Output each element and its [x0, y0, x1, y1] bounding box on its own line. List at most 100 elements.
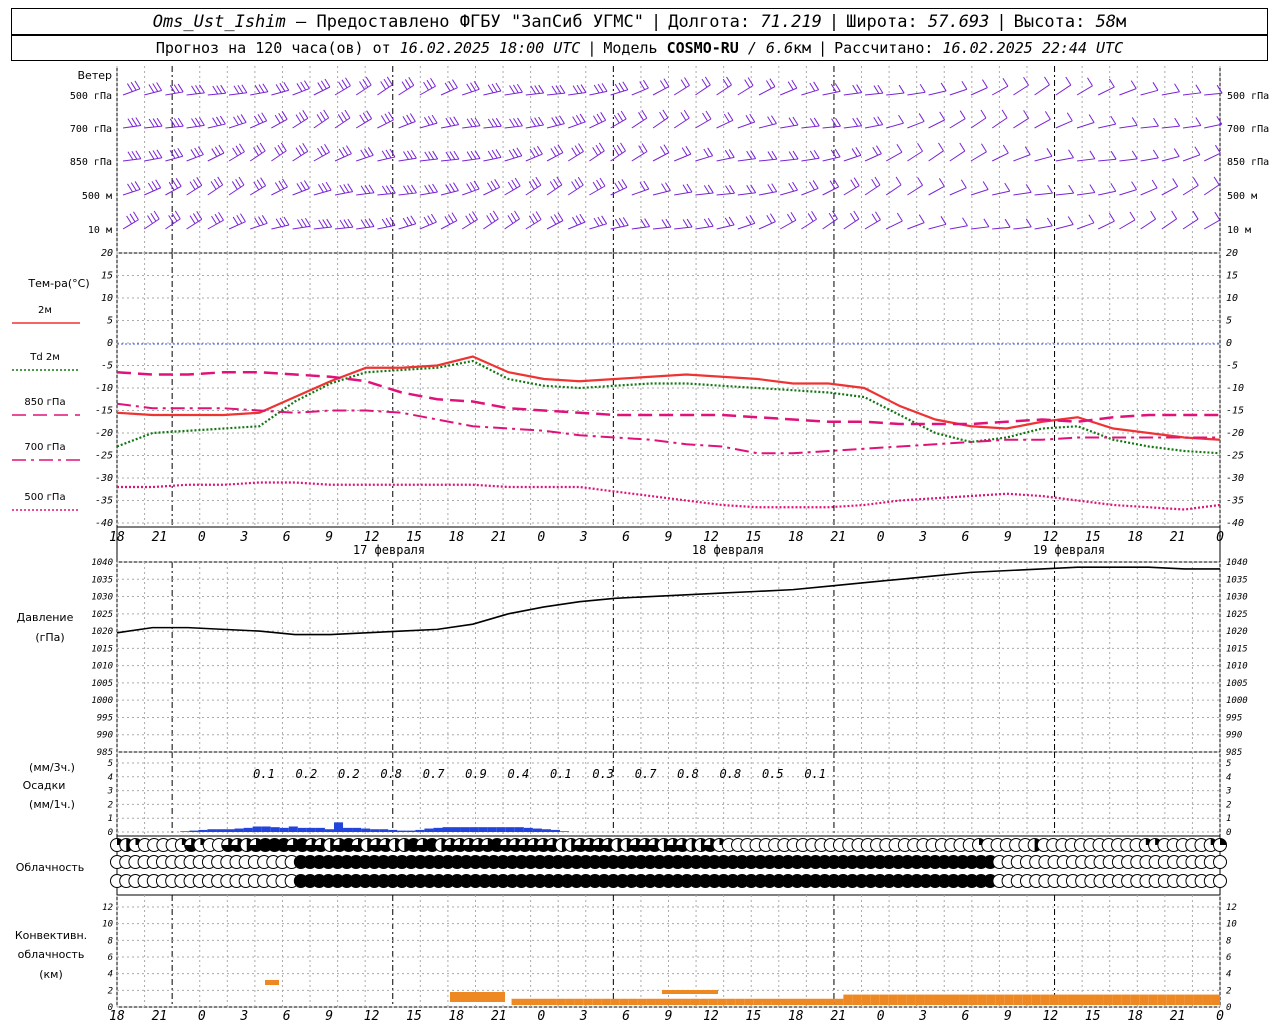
- convective-bar: [950, 994, 960, 1005]
- wind-barb-flag: [449, 117, 456, 126]
- temp-tick: 10: [101, 293, 113, 304]
- convective-bar: [1058, 994, 1068, 1005]
- cloud-circle: [1213, 855, 1227, 869]
- wind-barb-flag: [959, 142, 966, 152]
- wind-barb-flag: [300, 181, 307, 191]
- hour-label-bottom: 9: [665, 1009, 673, 1024]
- wind-barb-flag: [571, 147, 578, 156]
- wind-barb-flag: [449, 151, 456, 160]
- wind-barb-flag: [767, 184, 774, 193]
- wind-barb-flag: [381, 185, 388, 195]
- wind-barb: [674, 191, 693, 196]
- precip-tick: 4: [108, 773, 113, 783]
- wind-barb: [801, 218, 817, 230]
- wind-barb: [907, 184, 923, 196]
- wind-barb-flag: [447, 214, 454, 223]
- wind-barb-flag: [431, 114, 438, 124]
- wind-barb: [801, 187, 819, 196]
- wind-barb-flag: [516, 84, 523, 93]
- wind-barb-flag: [597, 83, 604, 93]
- wind-barb: [546, 92, 565, 96]
- wind-barb: [440, 158, 459, 162]
- wind-barb: [165, 125, 184, 129]
- wind-barb-flag: [338, 148, 345, 158]
- wind-barb-flag: [218, 211, 224, 221]
- wind-barb: [864, 153, 882, 162]
- hour-label: 3: [918, 530, 927, 545]
- convective-bar: [1022, 994, 1032, 1005]
- wind-barb-flag: [896, 143, 903, 153]
- conv-tick-right: 12: [1226, 903, 1237, 913]
- hour-label: 21: [1170, 530, 1186, 545]
- precip-tick: 0: [108, 828, 113, 838]
- wind-barb: [631, 87, 649, 96]
- wind-barb: [758, 191, 777, 196]
- wind-barb: [165, 185, 182, 196]
- wind-barb-flag: [1216, 115, 1223, 125]
- wind-barb-flag: [240, 213, 246, 222]
- wind-barb-flag: [218, 144, 225, 154]
- hour-label-bottom: 18: [1127, 1009, 1143, 1024]
- wind-barb: [737, 121, 755, 129]
- wind-barb-flag: [550, 148, 557, 157]
- wind-barb-flag: [274, 182, 281, 191]
- precip-sum-label: 0.3: [592, 767, 614, 781]
- wind-barb: [822, 218, 838, 230]
- wind-barb-flag: [1110, 150, 1117, 160]
- wind-barb-flag: [1174, 83, 1180, 93]
- wind-barb-flag: [792, 150, 799, 160]
- wind-barb-flag: [529, 148, 536, 158]
- wind-barb: [928, 119, 945, 129]
- wind-barb-flag: [1194, 146, 1201, 156]
- legend-label: Td 2м: [29, 352, 60, 363]
- wind-barb: [525, 184, 542, 196]
- wind-barb-flag: [231, 181, 238, 190]
- wind-barb-flag: [850, 212, 856, 222]
- wind-barb-flag: [156, 149, 163, 159]
- wind-barb-flag: [281, 111, 288, 120]
- wind-barb-flag: [961, 81, 968, 90]
- wind-barb-flag: [535, 211, 542, 220]
- wind-level-label: 500 м: [82, 191, 112, 202]
- wind-barb-flag: [430, 213, 437, 223]
- wind-barb-flag: [177, 83, 184, 93]
- wind-barb-flag: [551, 85, 558, 95]
- wind-barb-flag: [342, 147, 349, 156]
- wind-barb: [1119, 88, 1137, 96]
- precip-bar: [415, 829, 425, 832]
- wind-barb: [1076, 191, 1095, 196]
- precip-bar: [189, 830, 199, 832]
- wind-barb-flag: [874, 176, 881, 186]
- wind-barb-flag: [153, 210, 160, 220]
- pressure-tick: 1035: [91, 575, 113, 585]
- wind-barb: [228, 184, 245, 196]
- convective-bar: [1175, 994, 1185, 1005]
- wind-barb-flag: [575, 215, 582, 224]
- convective-bar: [628, 998, 638, 1005]
- wind-barb-flag: [490, 180, 497, 190]
- wind-barb-flag: [254, 217, 261, 227]
- wind-barb-flag: [495, 149, 502, 158]
- wind-barb-flag: [191, 85, 197, 95]
- convective-bar: [762, 999, 802, 1002]
- wind-barb-flag: [192, 179, 199, 188]
- wind-barb-flag: [152, 150, 159, 159]
- wind-barb: [886, 92, 905, 96]
- wind-barb-flag: [495, 82, 502, 92]
- precip-bar: [487, 827, 497, 832]
- wind-barb: [673, 85, 690, 96]
- wind-barb: [737, 158, 756, 162]
- temp-tick-right: 0: [1226, 338, 1232, 349]
- wind-barb-flag: [980, 109, 987, 119]
- wind-barb-flag: [1089, 184, 1096, 193]
- wind-barb-flag: [1110, 115, 1117, 125]
- wind-barb: [546, 152, 564, 162]
- wind-barb: [144, 125, 163, 129]
- conv-tick: 4: [108, 970, 113, 980]
- wind-barb: [758, 123, 777, 129]
- wind-barb-flag: [707, 147, 714, 157]
- pressure-tick: 1020: [91, 627, 113, 637]
- wind-barb-flag: [216, 85, 223, 94]
- wind-barb-flag: [769, 213, 776, 222]
- wind-barb: [779, 219, 797, 230]
